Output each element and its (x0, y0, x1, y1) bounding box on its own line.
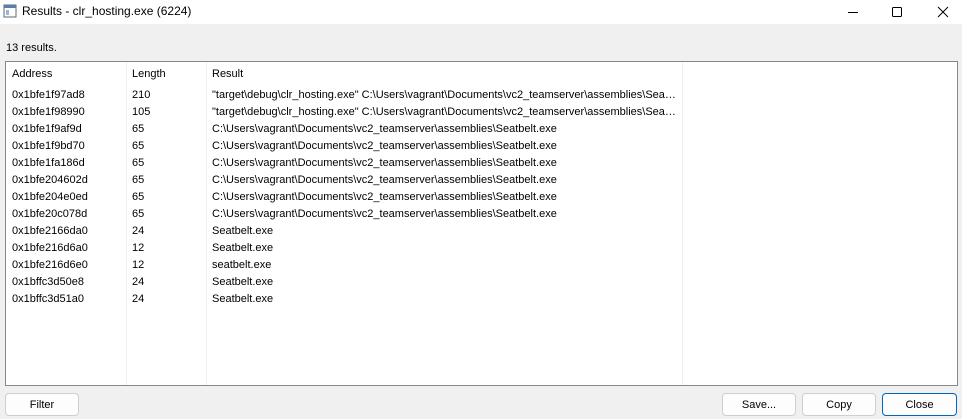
length-cell: 12 (132, 259, 145, 271)
address-cell: 0x1bfe1f9af9d (12, 123, 82, 135)
address-cell: 0x1bfe1fa186d (12, 157, 85, 169)
list-rows: 0x1bfe1f97ad8 210 "target\debug\clr_hostin… (6, 87, 957, 308)
result-cell: C:\Users\vagrant\Documents\vc2_teamserve… (212, 123, 557, 135)
result-cell: Seatbelt.exe (212, 276, 274, 288)
length-cell: 65 (132, 140, 145, 152)
result-cell: Seatbelt.exe (212, 242, 274, 254)
result-cell: "target\debug\clr_hosting.exe" C:\Users\… (212, 89, 676, 101)
length-cell: 65 (132, 157, 145, 169)
table-row[interactable]: 0x1bfe204602d 65 C:\Users\vagrant\Document… (6, 172, 957, 189)
address-cell: 0x1bfe2166da0 (12, 225, 88, 237)
address-cell: 0x1bffc3d51a0 (12, 293, 84, 305)
window-app-icon[interactable] (3, 4, 17, 18)
table-row[interactable]: 0x1bfe1f98990 105 "target\debug\clr_hostin… (6, 104, 957, 121)
copy-button[interactable]: Copy (802, 393, 876, 416)
results-list[interactable]: Address Length Result 0x1bfe1f97ad8 210 "t… (5, 61, 958, 386)
table-row[interactable]: 0x1bfe1fa186d 65 C:\Users\vagrant\Document… (6, 155, 957, 172)
length-cell: 65 (132, 208, 145, 220)
address-cell: 0x1bffc3d50e8 (12, 276, 84, 288)
maximize-icon (892, 7, 902, 17)
length-cell: 65 (132, 191, 145, 203)
length-cell: 24 (132, 293, 145, 305)
column-header-result[interactable]: Result (212, 68, 243, 80)
result-cell: seatbelt.exe (212, 259, 272, 271)
address-cell: 0x1bfe204e0ed (12, 191, 88, 203)
column-header-address[interactable]: Address (12, 68, 52, 80)
list-header: Address Length Result (6, 62, 957, 86)
result-cell: C:\Users\vagrant\Documents\vc2_teamserve… (212, 140, 557, 152)
close-window-button[interactable] (920, 0, 962, 24)
title-bar[interactable]: Results - clr_hosting.exe (6224) (0, 0, 962, 24)
table-row[interactable]: 0x1bfe2166da0 24 Seatbelt.exe (6, 223, 957, 240)
table-row[interactable]: 0x1bffc3d51a0 24 Seatbelt.exe (6, 291, 957, 308)
length-cell: 65 (132, 174, 145, 186)
results-count: 13 results. (6, 42, 57, 54)
table-row[interactable]: 0x1bfe1f9bd70 65 C:\Users\vagrant\Document… (6, 138, 957, 155)
table-row[interactable]: 0x1bffc3d50e8 24 Seatbelt.exe (6, 274, 957, 291)
result-cell: "target\debug\clr_hosting.exe" C:\Users\… (212, 106, 676, 118)
table-row[interactable]: 0x1bfe1f97ad8 210 "target\debug\clr_hostin… (6, 87, 957, 104)
result-cell: C:\Users\vagrant\Documents\vc2_teamserve… (212, 208, 557, 220)
table-row[interactable]: 0x1bfe216d6a0 12 Seatbelt.exe (6, 240, 957, 257)
result-cell: C:\Users\vagrant\Documents\vc2_teamserve… (212, 157, 557, 169)
result-cell: Seatbelt.exe (212, 293, 274, 305)
table-row[interactable]: 0x1bfe1f9af9d 65 C:\Users\vagrant\Document… (6, 121, 957, 138)
length-cell: 65 (132, 123, 145, 135)
result-cell: Seatbelt.exe (212, 225, 274, 237)
length-cell: 24 (132, 225, 145, 237)
address-cell: 0x1bfe216d6a0 (12, 242, 88, 254)
close-button[interactable]: Close (882, 393, 957, 416)
address-cell: 0x1bfe20c078d (12, 208, 88, 220)
address-cell: 0x1bfe204602d (12, 174, 88, 186)
minimize-icon (848, 12, 858, 13)
filter-button[interactable]: Filter (5, 393, 79, 416)
address-cell: 0x1bfe1f98990 (12, 106, 85, 118)
length-cell: 105 (132, 106, 151, 118)
column-header-length[interactable]: Length (132, 68, 166, 80)
close-icon (937, 6, 949, 18)
table-row[interactable]: 0x1bfe216d6e0 12 seatbelt.exe (6, 257, 957, 274)
length-cell: 210 (132, 89, 151, 101)
minimize-button[interactable] (830, 0, 876, 24)
address-cell: 0x1bfe216d6e0 (12, 259, 88, 271)
length-cell: 24 (132, 276, 145, 288)
result-cell: C:\Users\vagrant\Documents\vc2_teamserve… (212, 191, 557, 203)
save-button[interactable]: Save... (722, 393, 796, 416)
address-cell: 0x1bfe1f97ad8 (12, 89, 85, 101)
table-row[interactable]: 0x1bfe20c078d 65 C:\Users\vagrant\Document… (6, 206, 957, 223)
window-title: Results - clr_hosting.exe (6224) (22, 4, 192, 18)
address-cell: 0x1bfe1f9bd70 (12, 140, 85, 152)
length-cell: 12 (132, 242, 145, 254)
result-cell: C:\Users\vagrant\Documents\vc2_teamserve… (212, 174, 557, 186)
table-row[interactable]: 0x1bfe204e0ed 65 C:\Users\vagrant\Document… (6, 189, 957, 206)
maximize-button[interactable] (874, 0, 920, 24)
